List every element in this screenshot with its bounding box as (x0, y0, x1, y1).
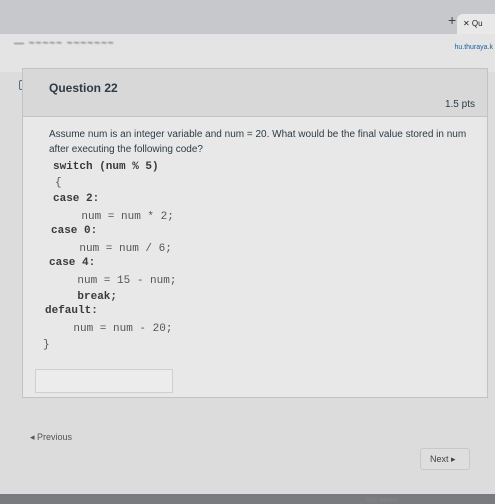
code-line: case 4: (49, 257, 96, 269)
next-button[interactable]: Next ▸ (420, 448, 470, 470)
code-line: num = num - 20; (47, 323, 173, 335)
question-card: Question 22 1.5 pts Assume num is an int… (22, 68, 488, 398)
code-line: num = 15 - num; (51, 275, 177, 287)
code-line: num = num * 2; (55, 211, 174, 223)
user-name-link[interactable]: hu.thuraya.k (454, 44, 493, 51)
code-line: case 2: (53, 193, 100, 205)
previous-button[interactable]: ◂ Previous (30, 432, 72, 443)
question-title: Question 22 (49, 81, 118, 95)
tab-label: ✕ Qu (463, 19, 483, 28)
question-points: 1.5 pts (444, 99, 475, 110)
browser-toolbar: + ✕ Qu (0, 0, 495, 34)
page-header: — ~~~~~ ~~~~~~~ hu.thuraya.k (0, 34, 495, 72)
code-line: switch (num % 5) (53, 161, 159, 173)
answer-input[interactable] (35, 369, 173, 393)
footer-bar (0, 494, 495, 504)
new-tab-button[interactable]: + (448, 12, 456, 28)
course-title: — ~~~~~ ~~~~~~~ (14, 38, 115, 49)
code-line: num = num / 6; (53, 243, 172, 255)
code-line: } (43, 339, 50, 351)
question-header: Question 22 1.5 pts (23, 69, 487, 117)
save-status: Not saved (366, 497, 398, 504)
question-prompt: Assume num is an integer variable and nu… (49, 129, 467, 155)
browser-tab[interactable]: ✕ Qu (457, 14, 495, 34)
code-line: { (55, 177, 62, 189)
code-line: break; (51, 291, 118, 303)
code-line: case 0: (51, 225, 98, 237)
code-line: default: (45, 305, 98, 317)
